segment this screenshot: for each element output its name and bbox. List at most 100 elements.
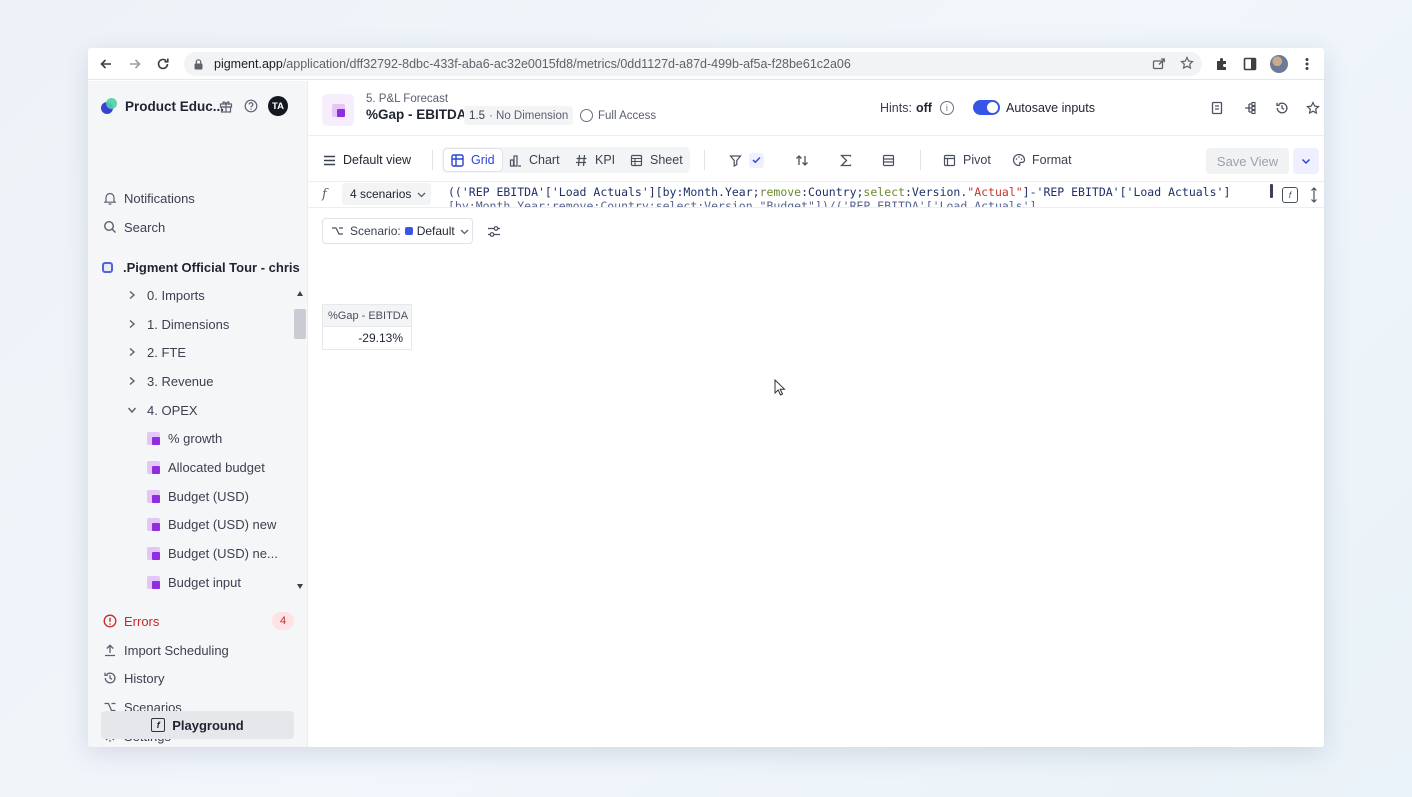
sidebar-notifications[interactable]: Notifications [102, 188, 195, 208]
side-panel-icon[interactable] [1241, 55, 1259, 73]
sort-button[interactable] [794, 148, 815, 172]
chevron-down-icon [125, 403, 139, 417]
grid-icon [450, 153, 465, 168]
application-title[interactable]: .Pigment Official Tour - chris [102, 257, 300, 277]
sigma-icon [838, 153, 853, 168]
back-button[interactable] [97, 55, 115, 73]
scroll-up-arrow-icon[interactable] [297, 291, 303, 296]
search-icon [102, 219, 118, 235]
save-view-dropdown[interactable] [1293, 148, 1319, 174]
access-indicator[interactable]: Full Access [580, 106, 656, 125]
dimension-chip[interactable]: 1.5 · No Dimension [464, 106, 574, 125]
metric-icon [147, 460, 160, 474]
extensions-puzzle-icon[interactable] [1213, 55, 1231, 73]
share-icon[interactable] [1152, 56, 1166, 73]
alert-circle-icon [102, 613, 118, 629]
autosave-label: Autosave inputs [1006, 101, 1095, 115]
scroll-down-arrow-icon[interactable] [297, 584, 303, 589]
tree-folder-opex[interactable]: 4. OPEX [125, 400, 198, 420]
dependency-diagram-icon[interactable] [1239, 97, 1261, 119]
scenario-filter[interactable]: Scenario: Default [322, 218, 473, 244]
formula-line-2: [by:Month.Year;remove:Country;select:Ver… [448, 199, 1037, 207]
formula-token: select [863, 185, 905, 199]
scrollbar-thumb[interactable] [294, 309, 306, 339]
totals-button[interactable] [838, 148, 859, 172]
history-icon[interactable] [1271, 97, 1293, 119]
grid-value-cell[interactable]: -29.13% [322, 327, 412, 350]
layout-button[interactable] [881, 148, 902, 172]
bookmark-star-icon[interactable] [1180, 56, 1194, 73]
view-sheet-tab[interactable]: Sheet [629, 148, 683, 172]
browser-window: pigment.app/application/dff32792-8dbc-43… [88, 48, 1324, 747]
formula-line-1: (('REP EBITDA'['Load Actuals'][by:Month.… [448, 185, 1264, 199]
save-view-button[interactable]: Save View [1206, 148, 1289, 174]
tree-metric-budget-input[interactable]: Budget input [147, 572, 241, 592]
filter-icon [728, 153, 743, 168]
tree-folder-revenue[interactable]: 3. Revenue [125, 371, 214, 391]
formula-editor[interactable]: (('REP EBITDA'['Load Actuals'][by:Month.… [448, 185, 1264, 207]
tree-metric-budget-usd-ne[interactable]: Budget (USD) ne... [147, 543, 278, 563]
tree-folder-fte[interactable]: 2. FTE [125, 342, 186, 362]
formula-token: (('REP EBITDA'['Load Actuals'][by:Month.… [448, 185, 760, 199]
tree-metric-growth[interactable]: % growth [147, 428, 222, 448]
sidebar-import-scheduling[interactable]: Import Scheduling [102, 640, 229, 660]
sheet-icon [629, 153, 644, 168]
tree-metric-budget-usd-new[interactable]: Budget (USD) new [147, 514, 276, 534]
tree-metric-allocated-budget[interactable]: Allocated budget [147, 457, 265, 477]
chevron-right-icon [125, 374, 139, 388]
format-button[interactable]: Format [1011, 148, 1072, 172]
chevron-down-icon [1301, 158, 1311, 164]
autosave-toggle[interactable] [973, 100, 1000, 115]
arrow-right-icon [130, 59, 141, 69]
sliders-icon[interactable] [484, 221, 504, 241]
breadcrumb[interactable]: 5. P&L Forecast [366, 93, 448, 105]
rows-icon [881, 153, 896, 168]
view-grid-tab[interactable]: Grid [450, 148, 495, 172]
view-kpi-tab[interactable]: KPI [574, 148, 615, 172]
formula-editor-icon[interactable]: f [1282, 187, 1298, 203]
forward-button[interactable] [126, 55, 144, 73]
profile-avatar[interactable] [1270, 55, 1288, 73]
check-icon [749, 152, 764, 168]
tree-metric-budget-usd[interactable]: Budget (USD) [147, 486, 249, 506]
grid-column-header[interactable]: %Gap - EBITDA [322, 304, 412, 327]
view-chart-tab[interactable]: Chart [508, 148, 560, 172]
chevron-right-icon [125, 345, 139, 359]
formula-icon: f [322, 187, 327, 202]
tree-folder-dimensions[interactable]: 1. Dimensions [125, 314, 229, 334]
playground-button[interactable]: f Playground [101, 711, 294, 739]
formula-token: ]-'REP EBITDA'['Load Actuals'] [1022, 185, 1231, 199]
sidebar-errors[interactable]: Errors [102, 611, 159, 631]
pivot-button[interactable]: Pivot [942, 148, 991, 172]
application-tree: 0. Imports 1. Dimensions 2. FTE 3. Reven… [88, 283, 294, 595]
gift-icon[interactable] [217, 97, 235, 115]
formula-token: :Version. [904, 185, 968, 199]
tree-folder-imports[interactable]: 0. Imports [125, 285, 205, 305]
bell-icon [102, 190, 118, 206]
sidebar-history[interactable]: History [102, 668, 164, 688]
formula-scrollbar[interactable] [1270, 184, 1273, 198]
more-vertical-icon[interactable] [1298, 55, 1316, 73]
reload-button[interactable] [154, 55, 172, 73]
default-view-selector[interactable]: Default view [322, 148, 411, 172]
sidebar-search[interactable]: Search [102, 217, 165, 237]
address-bar[interactable]: pigment.app/application/dff32792-8dbc-43… [184, 52, 1202, 76]
favorite-star-icon[interactable] [1302, 97, 1324, 119]
workspace-name: Product Educ... [125, 98, 225, 114]
search-label: Search [124, 219, 166, 235]
help-icon[interactable] [242, 97, 260, 115]
formula-icon: f [151, 718, 166, 732]
expand-vertical-icon[interactable] [1308, 185, 1320, 205]
scenarios-dropdown[interactable]: 4 scenarios [342, 183, 431, 205]
chevron-right-icon [125, 317, 139, 331]
hints-setting[interactable]: Hints: off i [880, 99, 954, 117]
chevron-down-icon [460, 224, 469, 238]
user-avatar[interactable]: TA [268, 96, 288, 116]
formula-token: :Country; [801, 185, 864, 199]
document-icon[interactable] [1206, 97, 1228, 119]
filter-button[interactable] [728, 148, 770, 172]
page-title[interactable]: %Gap - EBITDA [366, 107, 467, 122]
info-icon[interactable]: i [939, 101, 954, 115]
lock-icon [194, 58, 204, 69]
tree-scrollbar[interactable] [294, 283, 306, 595]
